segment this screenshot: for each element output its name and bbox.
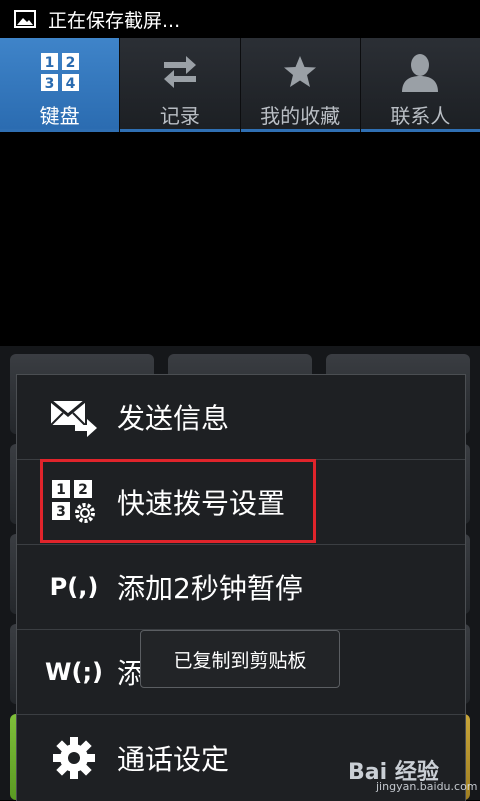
status-text: 正在保存截屏... — [48, 9, 181, 32]
tab-label: 记录 — [159, 104, 200, 128]
wait-icon: W(;) — [45, 658, 104, 686]
tab-favorites[interactable]: 我的收藏 — [240, 38, 361, 132]
svg-text:2: 2 — [65, 55, 75, 71]
watermark: Bai 经验 jingyan.baidu.com — [348, 754, 478, 794]
star-icon — [278, 50, 322, 94]
person-icon — [398, 50, 442, 94]
menu-item-label: 通话设定 — [117, 742, 230, 776]
gear-icon — [47, 736, 101, 780]
options-menu: 发送信息 1 2 3 快速拨号设置 P(,) 添加2秒钟暂停 W(;) 添 通话… — [16, 374, 466, 801]
tab-logs[interactable]: 记录 — [120, 38, 241, 132]
toast-message: 已复制到剪贴板 — [140, 630, 340, 688]
menu-item-add-pause[interactable]: P(,) 添加2秒钟暂停 — [17, 545, 465, 630]
svg-text:1: 1 — [44, 55, 54, 71]
status-bar: 正在保存截屏... — [0, 0, 480, 38]
tab-label: 我的收藏 — [260, 104, 341, 128]
watermark-url: jingyan.baidu.com — [376, 780, 478, 793]
menu-item-label: 添加2秒钟暂停 — [117, 572, 303, 605]
pause-icon: P(,) — [49, 573, 99, 601]
image-icon — [14, 10, 36, 28]
tab-keypad[interactable]: 1 2 3 4 键盘 — [0, 38, 121, 132]
menu-item-send-message[interactable]: 发送信息 — [17, 375, 465, 460]
tab-bar: 1 2 3 4 键盘 记录 我的收藏 联系人 — [0, 38, 480, 132]
svg-text:3: 3 — [44, 76, 54, 92]
highlight-box — [40, 459, 316, 543]
tab-label: 联系人 — [390, 104, 451, 128]
swap-arrows-icon — [158, 50, 202, 94]
keypad-icon: 1 2 3 4 — [38, 50, 82, 94]
menu-item-label: 发送信息 — [117, 402, 230, 435]
tab-contacts[interactable]: 联系人 — [360, 38, 480, 132]
send-message-icon — [47, 395, 101, 439]
svg-text:4: 4 — [65, 76, 75, 92]
tab-label: 键盘 — [39, 104, 80, 128]
